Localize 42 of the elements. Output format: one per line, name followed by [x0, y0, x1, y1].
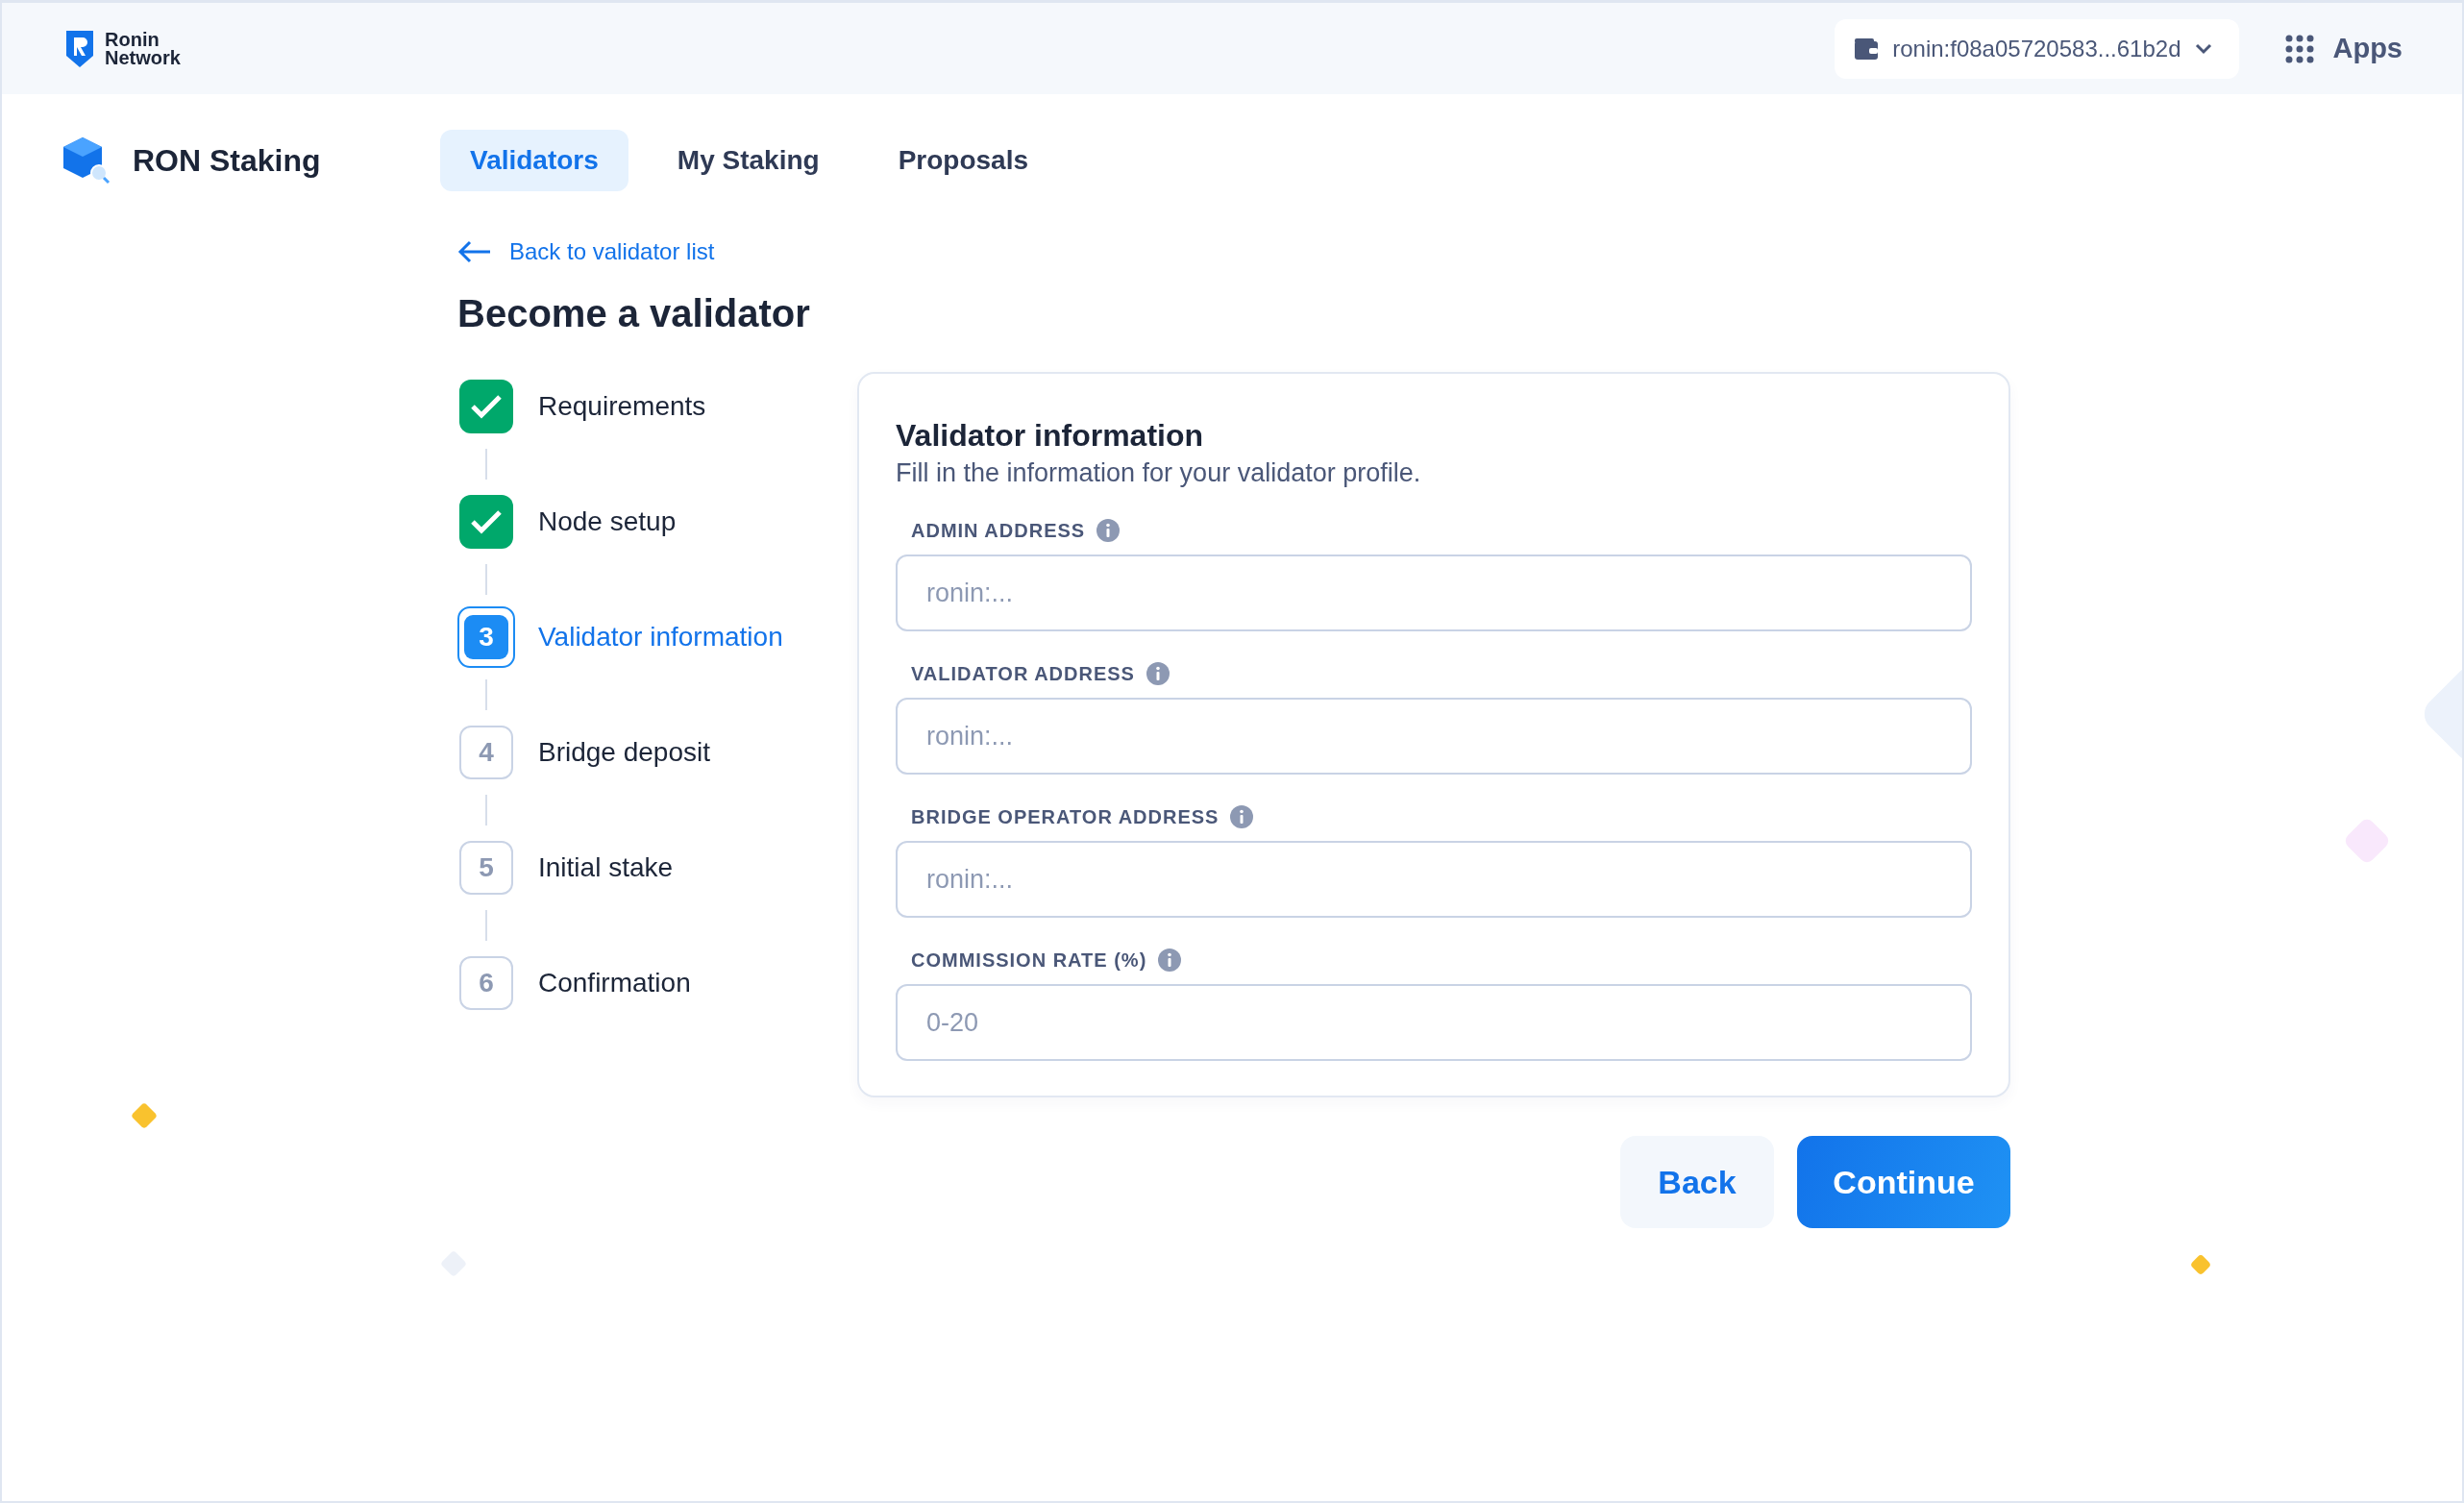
back-link[interactable]: Back to validator list [457, 234, 715, 269]
info-icon [1146, 662, 1170, 685]
app-title: RON Staking [133, 142, 321, 179]
input-field[interactable]: ronin:... [896, 698, 1972, 775]
info-icon [1096, 519, 1121, 542]
input-field[interactable]: 0-20 [896, 984, 1972, 1061]
step-number: 4 [459, 726, 513, 779]
cube-search-icon [62, 136, 111, 185]
shield-logo-icon [64, 28, 95, 69]
step-number: 6 [459, 956, 513, 1010]
field-label: VALIDATOR ADDRESS [911, 662, 1135, 685]
step-label: Requirements [538, 391, 706, 422]
field-label: COMMISSION RATE (%) [911, 949, 1147, 972]
wallet-icon [1854, 37, 1880, 61]
nav-tab[interactable]: My Staking [647, 130, 850, 191]
step-label: Bridge deposit [538, 737, 710, 768]
info-icon [1158, 949, 1182, 972]
brand-name: Network [105, 48, 181, 67]
step-label: Initial stake [538, 852, 674, 883]
input-field[interactable]: ronin:... [896, 841, 1972, 918]
field-label: ADMIN ADDRESS [911, 519, 1086, 542]
step-label: Validator information [538, 622, 783, 653]
apps-menu-button[interactable]: Apps [2284, 33, 2402, 64]
wallet-address-dropdown[interactable]: ronin:f08a05720583...61b2d [1835, 18, 2239, 79]
continue-button[interactable]: Continue [1797, 1136, 2010, 1228]
back-button[interactable]: Back [1620, 1136, 1774, 1228]
brand-name: Ronin [105, 30, 160, 49]
input-field[interactable]: ronin:... [896, 554, 1972, 631]
chevron-down-icon [2194, 42, 2212, 55]
step-number: 5 [459, 841, 513, 895]
card-title: Validator information [896, 417, 1205, 455]
field-label: BRIDGE OPERATOR ADDRESS [911, 805, 1220, 828]
grid-icon [2284, 34, 2314, 63]
page-title: Become a validator [457, 291, 811, 336]
info-icon [1230, 805, 1254, 828]
arrow-left-icon [457, 240, 492, 263]
step-number: 3 [457, 606, 515, 668]
step-label: Node setup [538, 506, 677, 537]
nav-tab[interactable]: Proposals [868, 130, 1059, 191]
nav-tab[interactable]: Validators [440, 130, 628, 191]
card-subtitle: Fill in the information for your validator profile. [896, 458, 1422, 488]
step-label: Confirmation [538, 968, 691, 998]
